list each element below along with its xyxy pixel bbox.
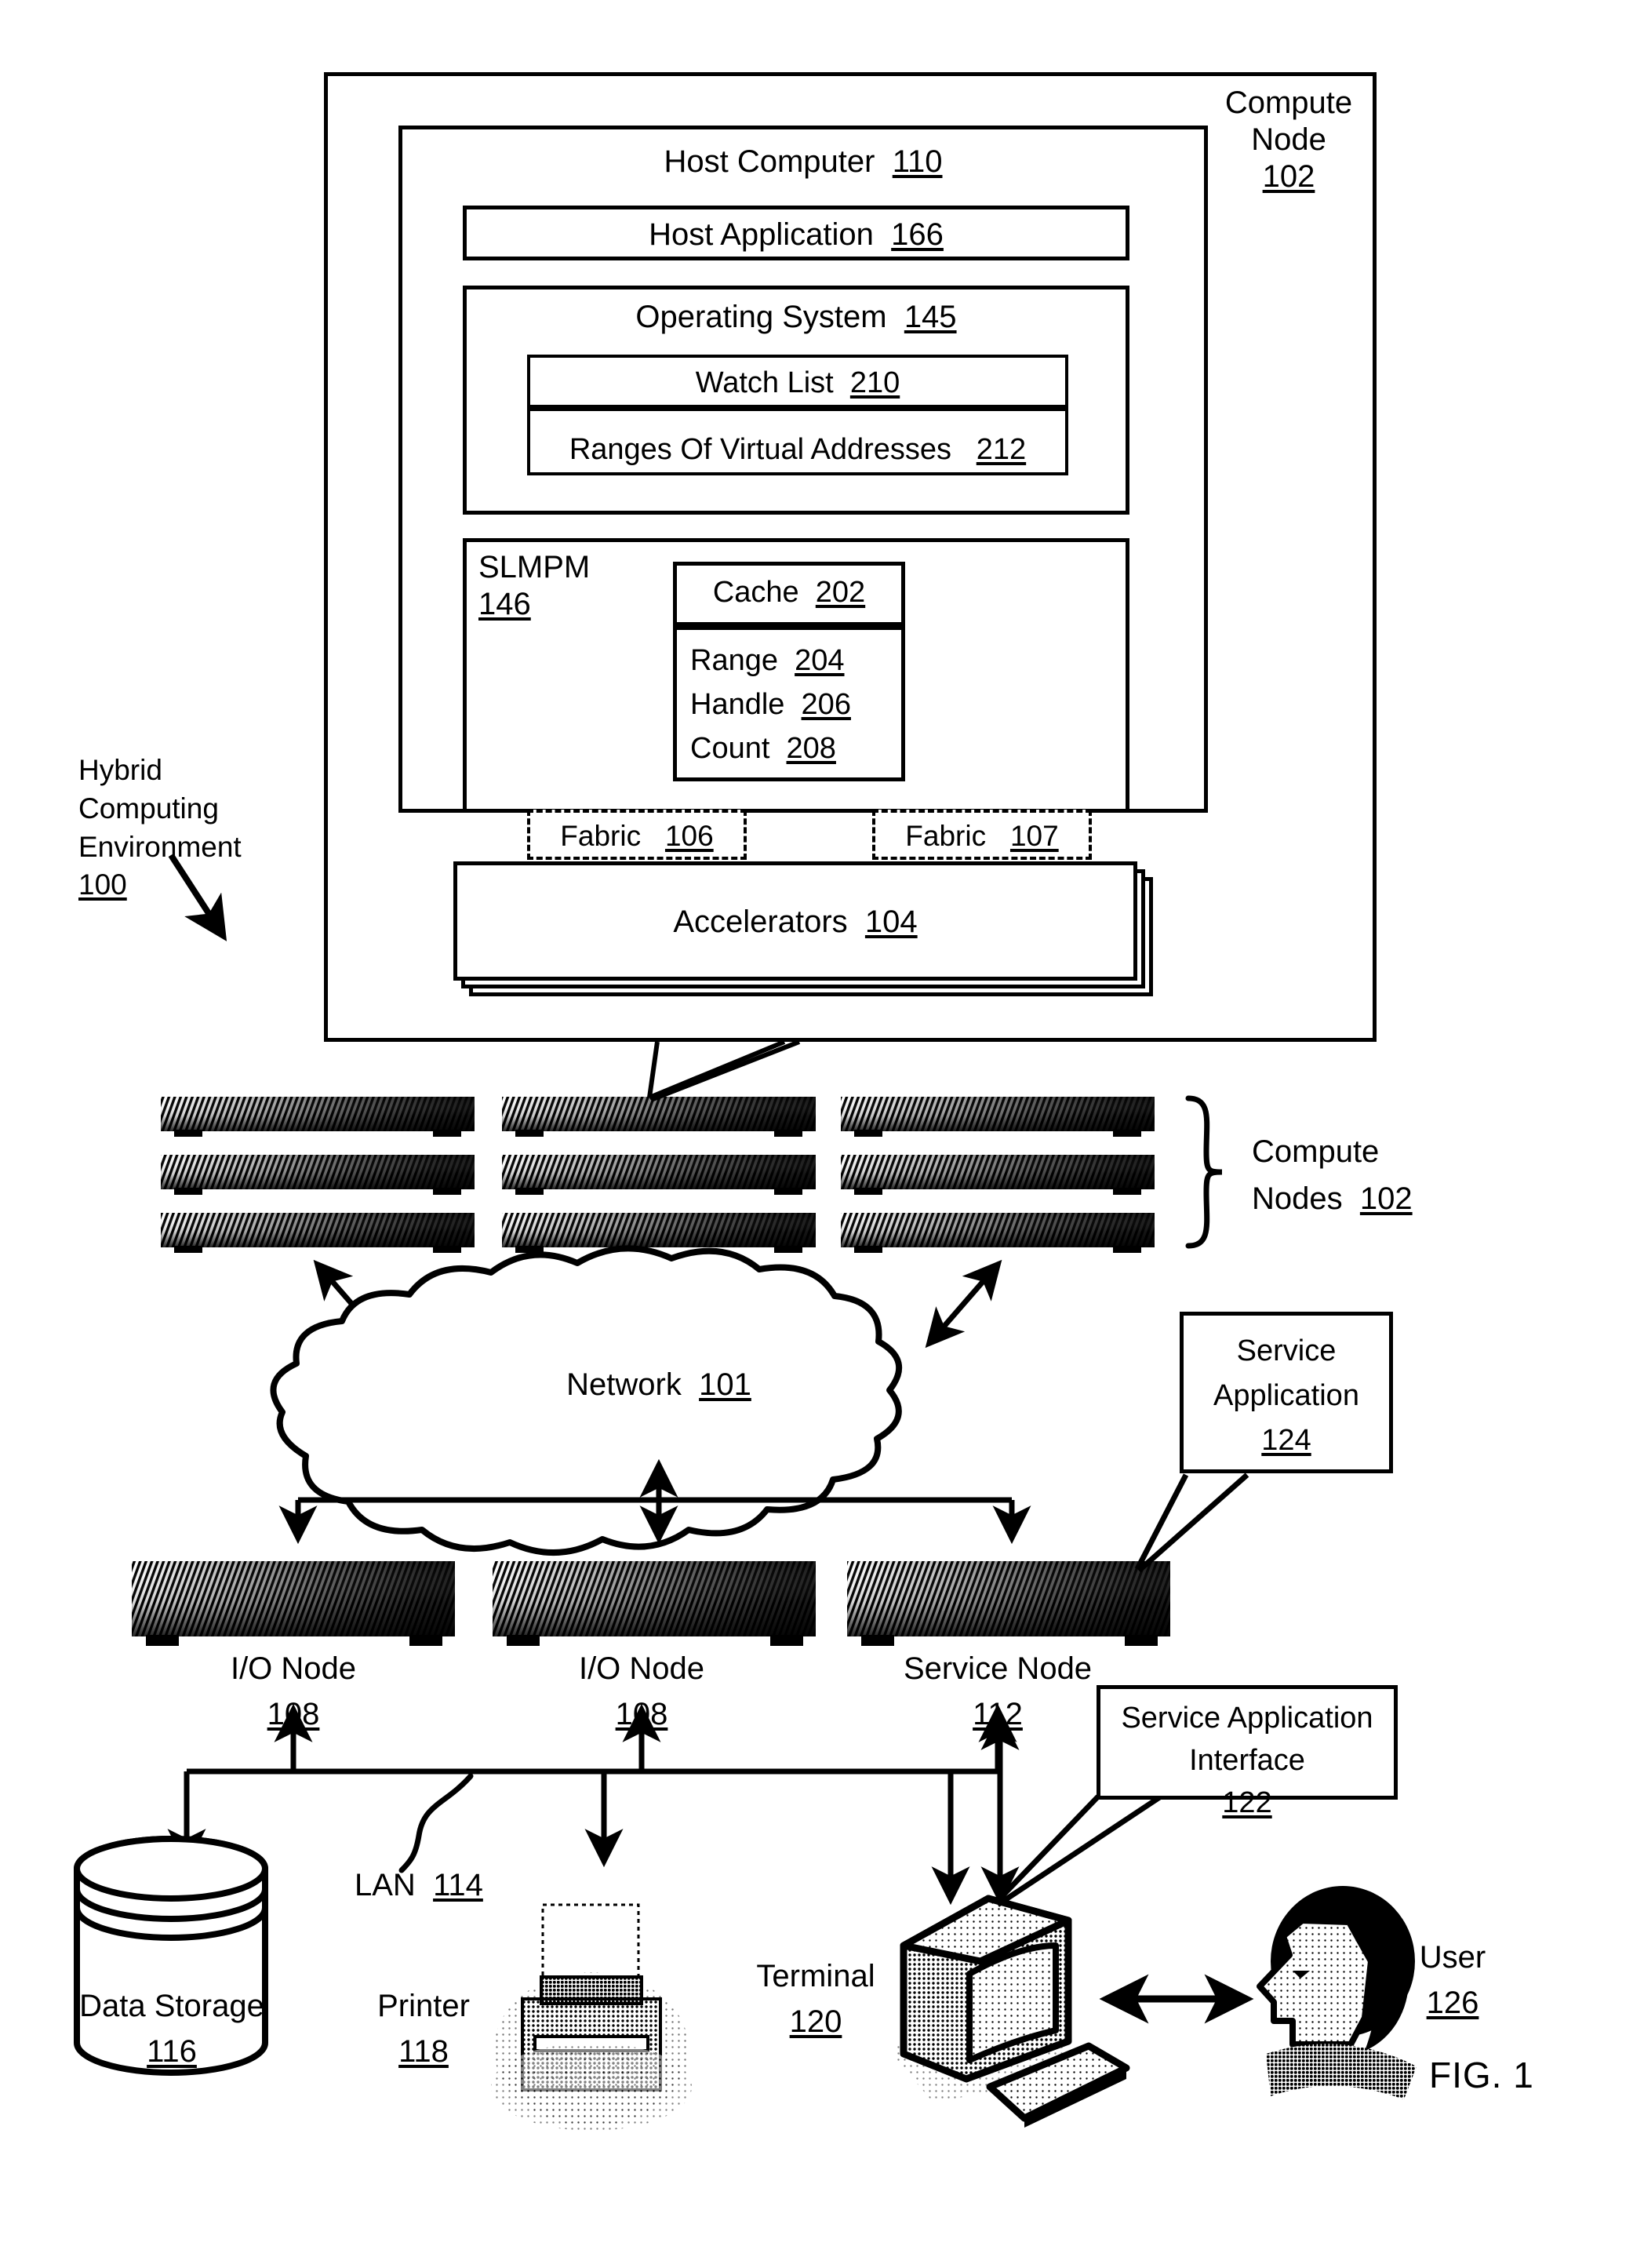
terminal-ref: 120 [789,2004,842,2039]
fabric-106-ref: 106 [664,820,714,852]
fabric-107-label-row: Fabric 107 [872,819,1092,854]
service-application-leader [1134,1473,1249,1573]
printer-label-block: Printer 118 [337,1983,510,2074]
user-ref: 126 [1426,1986,1479,2020]
fabric-107-label: Fabric [905,820,987,852]
io-node-2-ref: 108 [615,1697,668,1731]
user-label: User [1419,1940,1486,1975]
fabric-107-ref: 107 [1009,820,1059,852]
cache-field-range-row: Range 204 [690,643,845,679]
host-computer-ref: 110 [892,144,943,179]
slmpm-label: SLMPM [478,550,591,584]
cache-field-handle-ref: 206 [801,688,851,721]
host-application-label: Host Application [649,217,874,252]
accelerators-label-row: Accelerators 104 [453,904,1137,941]
compute-node-ref: 102 [1262,159,1315,195]
operating-system-ref: 145 [904,300,957,334]
compute-nodes-brace-label: Compute Nodes 102 [1252,1128,1413,1222]
patent-figure-1: Compute Node 102 Host Computer 110 Host … [0,0,1644,2268]
host-computer-label-row: Host Computer 110 [398,144,1208,180]
io-service-node-servers [132,1561,1170,1646]
cache-label: Cache [712,576,799,609]
network-ref: 101 [699,1367,751,1402]
lan-leader-curve [398,1773,474,1873]
printer-ref: 118 [398,2034,449,2069]
network-label-row: Network 101 [502,1367,816,1403]
io-node-2-label-block: I/O Node 108 [485,1646,798,1737]
service-application-label-block: Service Application 124 [1180,1329,1393,1463]
cache-field-range-label: Range [690,644,778,677]
compute-node-callout-leader [647,1039,801,1102]
compute-node-rack-grid [161,1097,1155,1253]
cache-label-row: Cache 202 [673,575,905,610]
host-application-label-row: Host Application 166 [463,217,1129,253]
terminal-label: Terminal [756,1959,875,1993]
cache-field-count-ref: 208 [786,732,836,765]
cache-ref: 202 [815,576,866,609]
data-storage-label: Data Storage [79,1989,264,2023]
terminal-label-block: Terminal 120 [729,1953,902,2044]
compute-nodes-brace-ref: 102 [1359,1181,1413,1216]
sai-ref: 122 [1222,1786,1272,1819]
compute-node-title: Compute Node 102 [1214,85,1363,196]
network-label: Network [566,1367,682,1402]
data-storage-label-block: Data Storage 116 [47,1983,296,2074]
io-node-1-ref: 108 [267,1697,320,1731]
figure-caption: FIG. 1 [1429,2055,1534,2095]
compute-nodes-brace [1185,1095,1223,1249]
fabric-106-label: Fabric [560,820,642,852]
host-application-ref: 166 [891,217,944,252]
service-application-ref: 124 [1261,1424,1311,1457]
hce-line2: Computing [78,792,219,825]
ranges-of-virtual-addresses-label-row: Ranges Of Virtual Addresses 212 [529,432,1067,468]
compute-nodes-brace-line1: Compute [1252,1134,1380,1169]
terminal-icon [893,1895,1130,2128]
io-node-1-label: I/O Node [230,1651,357,1686]
service-application-line2: Application [1213,1379,1359,1412]
slmpm-label-block: SLMPM 146 [478,549,590,623]
accelerators-label: Accelerators [673,905,848,939]
watch-list-ref: 210 [849,366,900,399]
watch-list-label: Watch List [695,366,834,399]
hce-line3: Environment [78,830,242,863]
compute-node-title-line1: Compute [1224,86,1353,120]
cache-field-count-row: Count 208 [690,731,836,766]
hce-ref: 100 [78,868,127,901]
service-node-label: Service Node [903,1651,1093,1686]
compute-node-title-line2: Node [1251,122,1326,158]
user-label-block: User 126 [1374,1935,1531,2026]
io-node-1-label-block: I/O Node 108 [136,1646,450,1737]
printer-label: Printer [377,1989,470,2023]
cache-field-range-ref: 204 [795,644,845,677]
cache-field-count-label: Count [690,732,770,765]
operating-system-label-row: Operating System 145 [463,299,1129,336]
service-application-line1: Service [1236,1334,1337,1367]
lan-label-row: LAN 114 [355,1867,483,1904]
io-node-2-label: I/O Node [578,1651,705,1686]
watch-list-label-row: Watch List 210 [527,366,1068,401]
printer-icon [491,1903,692,2131]
cache-field-handle-label: Handle [690,688,785,721]
slmpm-ref: 146 [478,587,531,622]
ranges-of-virtual-addresses-ref: 212 [976,433,1027,466]
fabric-106-label-row: Fabric 106 [527,819,747,854]
lan-ref: 114 [433,1868,483,1902]
lan-label: LAN [355,1868,416,1902]
sai-line2: Interface [1189,1743,1305,1777]
host-computer-label: Host Computer [664,144,875,179]
service-application-interface-label-block: Service Application Interface 122 [1097,1698,1398,1825]
data-storage-ref: 116 [147,2034,197,2069]
hybrid-computing-environment-label: Hybrid Computing Environment 100 [78,752,242,905]
ranges-of-virtual-addresses-label: Ranges Of Virtual Addresses [569,433,952,466]
hce-line1: Hybrid [78,754,162,786]
sai-line1: Service Application [1121,1702,1373,1735]
compute-nodes-brace-line2: Nodes [1252,1181,1343,1216]
cache-field-handle-row: Handle 206 [690,687,851,723]
accelerators-ref: 104 [864,905,918,939]
service-node-ref: 112 [973,1697,1023,1731]
operating-system-label: Operating System [635,300,887,334]
